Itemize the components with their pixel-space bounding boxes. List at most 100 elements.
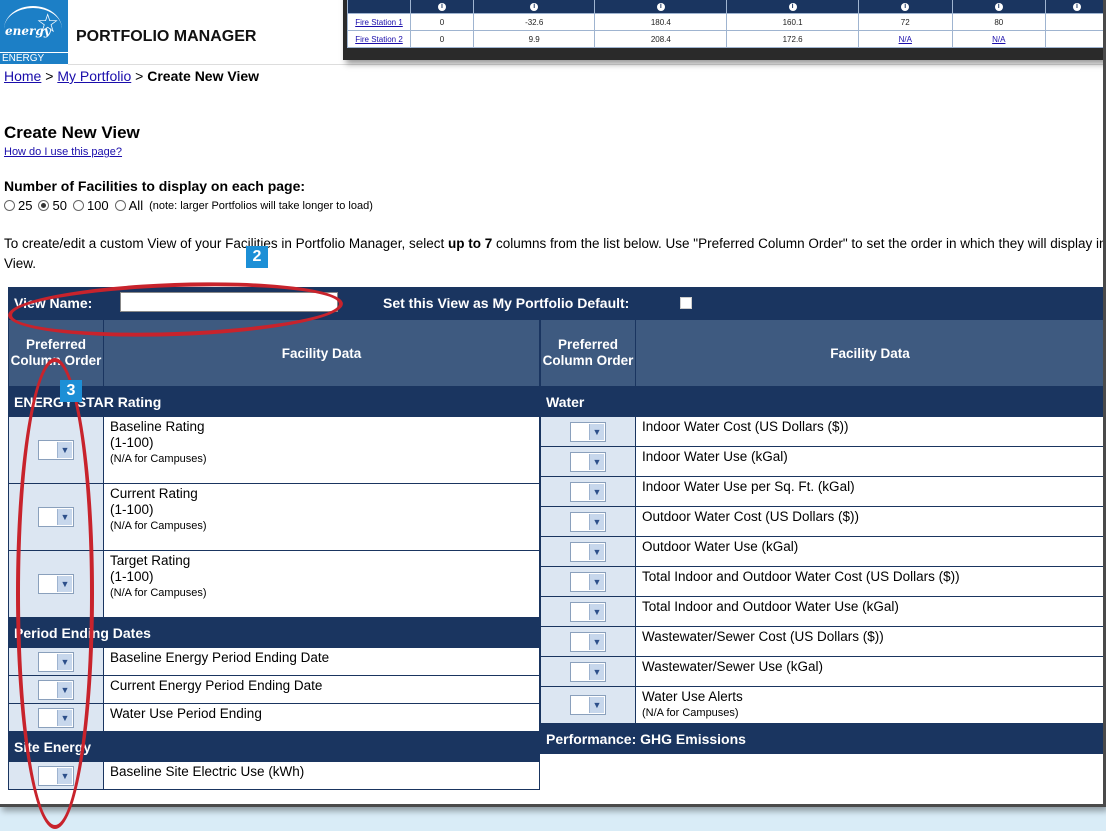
- facility-data-cell: Water Use Alerts (N/A for Campuses): [635, 686, 1103, 724]
- help-link[interactable]: How do I use this page?: [4, 146, 122, 158]
- column-order-dropdown[interactable]: ▼: [570, 511, 606, 532]
- callout-badge-2: 2: [246, 246, 268, 268]
- header-cell: i: [472, 0, 596, 14]
- column-order-cell: ▼: [540, 596, 636, 627]
- radio-option-50[interactable]: 50: [38, 198, 67, 213]
- column-order-dropdown[interactable]: ▼: [570, 631, 606, 652]
- chevron-down-icon: ▼: [589, 513, 604, 530]
- default-view-checkbox[interactable]: [680, 297, 692, 309]
- report-preview-cell: [1045, 30, 1103, 48]
- facility-data-label: Baseline Site Electric Use (kWh): [110, 764, 305, 779]
- facility-data-note: (N/A for Campuses): [110, 453, 207, 465]
- header-cell: i: [1045, 0, 1103, 14]
- column-order-cell: ▼: [540, 506, 636, 537]
- info-icon[interactable]: i: [901, 3, 910, 11]
- na-link[interactable]: N/A: [899, 35, 912, 44]
- info-icon[interactable]: i: [530, 3, 539, 11]
- section-title: Performance: GHG Emissions: [540, 723, 1103, 754]
- radio-label-all: All: [128, 198, 144, 213]
- column-order-cell: ▼: [540, 536, 636, 567]
- app-title: PORTFOLIO MANAGER: [76, 28, 257, 45]
- report-preview-row: Fire Station 1 0 -32.6 180.4 160.1 72 80: [347, 13, 1103, 31]
- info-icon[interactable]: i: [656, 3, 665, 11]
- header-cell: i: [858, 0, 953, 14]
- column-order-cell: ▼: [540, 446, 636, 477]
- radio-label-50: 50: [52, 198, 67, 213]
- facility-link[interactable]: Fire Station 2: [355, 35, 403, 44]
- column-order-cell: ▼: [540, 476, 636, 507]
- facility-data-cell: Wastewater/Sewer Cost (US Dollars ($)): [635, 626, 1103, 657]
- logo-brand-text: ENERGY STAR: [0, 52, 68, 76]
- facility-option-row: ▼ Wastewater/Sewer Use (kGal): [540, 656, 1103, 687]
- facility-data-label: Outdoor Water Cost (US Dollars ($)): [642, 509, 860, 524]
- instructions-prefix: To create/edit a custom View of your Fac…: [4, 236, 448, 251]
- facility-data-label: Current Energy Period Ending Date: [110, 678, 323, 693]
- info-icon[interactable]: i: [994, 3, 1003, 11]
- chevron-down-icon: ▼: [589, 453, 604, 470]
- info-icon[interactable]: i: [1073, 3, 1082, 11]
- facility-data-cell: Total Indoor and Outdoor Water Use (kGal…: [635, 596, 1103, 627]
- facility-data-label: Outdoor Water Use (kGal): [642, 539, 799, 554]
- report-preview-cell: N/A: [858, 30, 953, 48]
- column-order-dropdown[interactable]: ▼: [570, 601, 606, 622]
- facility-data-label: Baseline Energy Period Ending Date: [110, 650, 330, 665]
- radio-100[interactable]: [72, 200, 84, 211]
- breadcrumb-home-link[interactable]: Home: [4, 68, 41, 84]
- radio-option-100[interactable]: 100: [72, 198, 109, 213]
- facility-data-header: Facility Data: [635, 319, 1103, 387]
- report-preview-table: i i i i i i i Fire Station 1 0 -32.6 180.4 1…: [347, 0, 1103, 48]
- annotation-ring-order-column: [16, 358, 94, 829]
- report-preview-cell: -32.6: [472, 13, 596, 31]
- column-order-dropdown[interactable]: ▼: [570, 541, 606, 562]
- column-order-dropdown[interactable]: ▼: [570, 421, 606, 442]
- facility-data-cell: Indoor Water Use per Sq. Ft. (kGal): [635, 476, 1103, 507]
- section-header-row: Water: [540, 386, 1103, 417]
- column-order-cell: ▼: [540, 416, 636, 447]
- report-preview-cell: 72: [858, 13, 953, 31]
- radio-25[interactable]: [4, 200, 15, 211]
- section-title: Site Energy: [8, 731, 540, 762]
- radio-50[interactable]: [38, 200, 50, 211]
- facility-data-label: Water Use Alerts: [642, 689, 743, 704]
- facility-data-cell: Target Rating (1-100) (N/A for Campuses): [103, 550, 540, 618]
- radio-option-all[interactable]: All: [114, 198, 144, 213]
- facilities-per-page-label: Number of Facilities to display on each …: [4, 178, 306, 194]
- facility-link[interactable]: Fire Station 1: [355, 18, 403, 27]
- column-order-dropdown[interactable]: ▼: [570, 571, 606, 592]
- section-title: ENERGY STAR Rating: [8, 386, 540, 417]
- report-preview-cell: 172.6: [726, 30, 859, 48]
- info-icon[interactable]: i: [788, 3, 797, 11]
- breadcrumb-portfolio-link[interactable]: My Portfolio: [57, 68, 131, 84]
- report-preview-header: i i i i i i i: [347, 0, 1103, 14]
- report-preview-cell: 9.9: [472, 30, 596, 48]
- column-order-dropdown[interactable]: ▼: [570, 451, 606, 472]
- breadcrumb-separator: >: [131, 68, 148, 84]
- facility-option-row: ▼ Baseline Site Electric Use (kWh): [8, 761, 540, 790]
- star-icon: ☆: [36, 8, 60, 38]
- section-header-row: Performance: GHG Emissions: [540, 723, 1103, 754]
- breadcrumb-separator: >: [41, 68, 58, 84]
- chevron-down-icon: ▼: [589, 663, 604, 680]
- radio-option-25[interactable]: 25: [4, 198, 32, 213]
- facility-data-label: Wastewater/Sewer Cost (US Dollars ($)): [642, 629, 884, 644]
- page-title: Create New View: [4, 123, 140, 142]
- column-order-dropdown[interactable]: ▼: [570, 661, 606, 682]
- browser-window: energy ☆ ENERGY STAR PORTFOLIO MANAGER H…: [0, 0, 1106, 807]
- radio-label-100: 100: [86, 198, 109, 213]
- info-icon[interactable]: i: [437, 3, 446, 11]
- facility-data-label: Indoor Water Cost (US Dollars ($)): [642, 419, 849, 434]
- radio-all[interactable]: [114, 200, 126, 211]
- column-order-dropdown[interactable]: ▼: [570, 695, 606, 715]
- column-order-dropdown[interactable]: ▼: [570, 481, 606, 502]
- facility-data-label: Target Rating: [110, 553, 191, 568]
- facility-data-cell: Outdoor Water Use (kGal): [635, 536, 1103, 567]
- facilities-per-page-options: 25 50 100 All (note: larger Portfolios w…: [4, 198, 373, 213]
- radio-label-25: 25: [18, 198, 33, 213]
- facility-data-cell: Wastewater/Sewer Use (kGal): [635, 656, 1103, 687]
- report-preview-cell: 80: [951, 13, 1047, 31]
- chevron-down-icon: ▼: [589, 697, 604, 713]
- na-link[interactable]: N/A: [992, 35, 1005, 44]
- facility-data-label: Indoor Water Use (kGal): [642, 449, 788, 464]
- breadcrumb-current: Create New View: [147, 68, 260, 84]
- chevron-down-icon: ▼: [589, 603, 604, 620]
